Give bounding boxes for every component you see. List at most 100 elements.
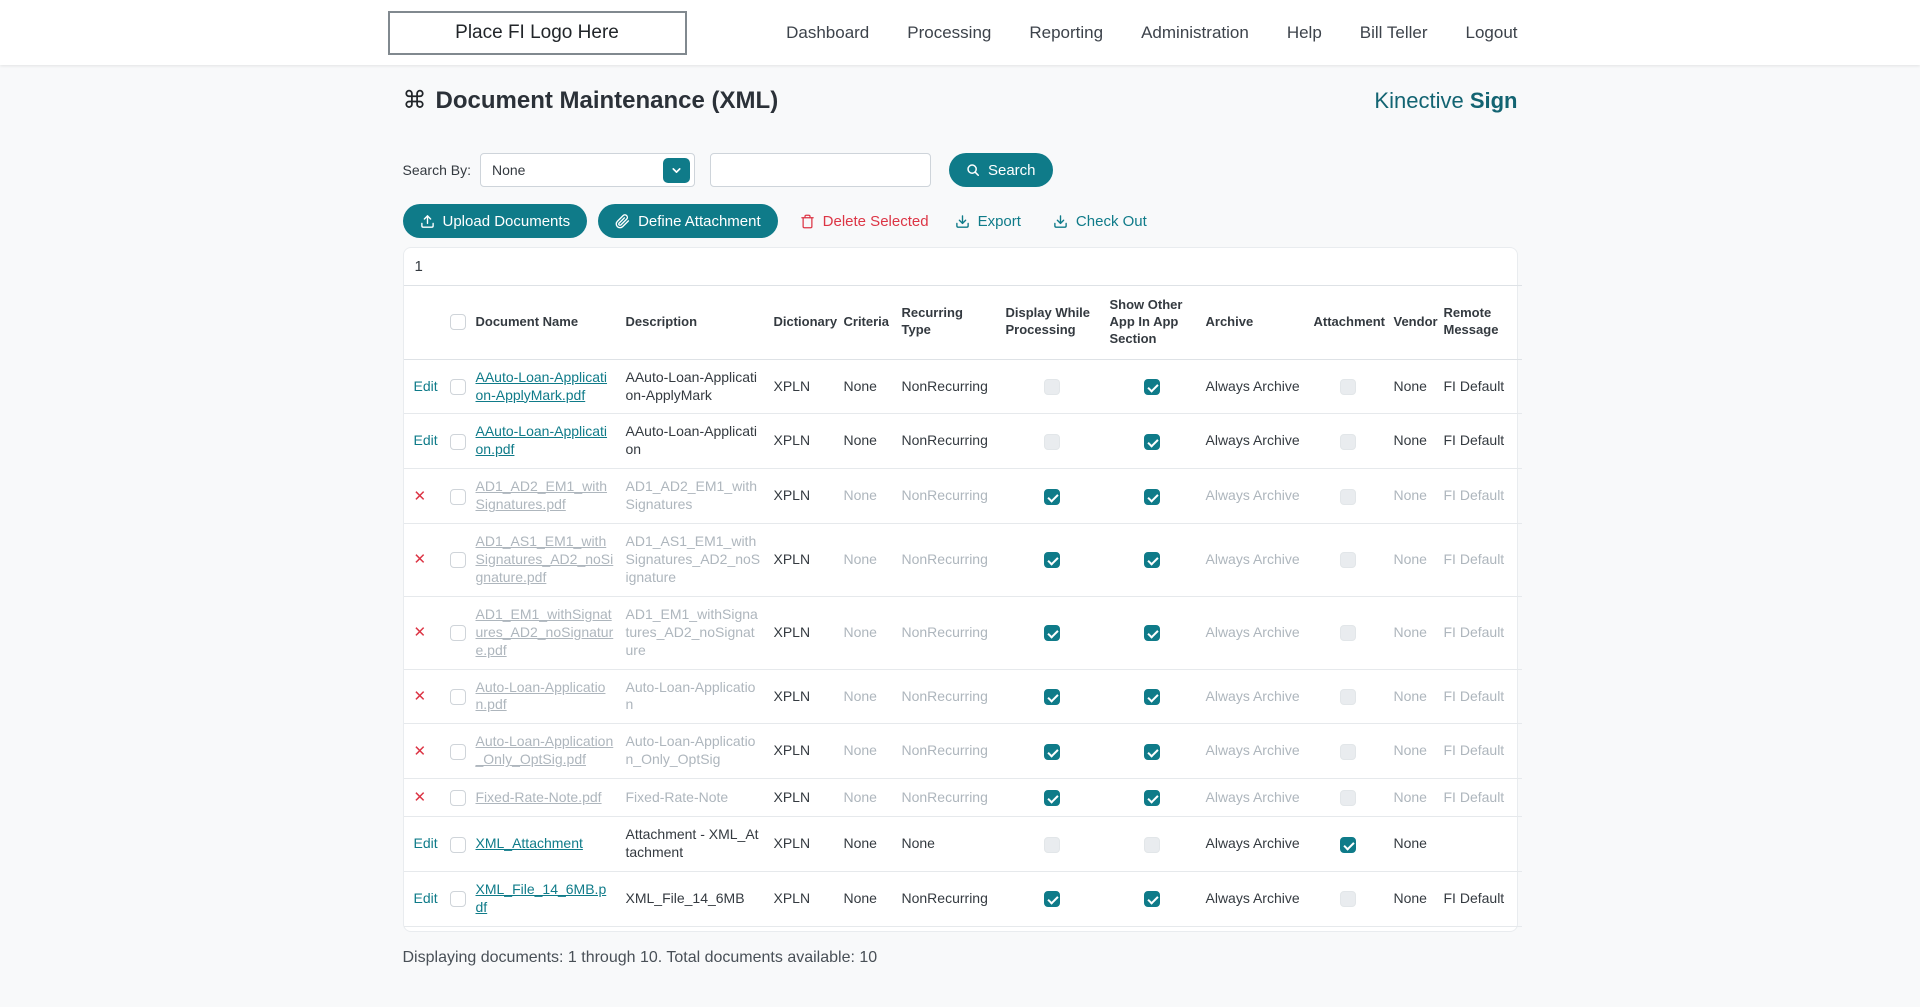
show-other-app-checkbox[interactable] bbox=[1143, 891, 1160, 908]
document-name-link[interactable]: XML_File_14_6MB.pdf bbox=[476, 881, 607, 915]
document-name-cell: AD1_EM1_withSignatures_AD2_noSignature.p… bbox=[469, 596, 620, 670]
display-while-processing-checkbox[interactable] bbox=[1043, 743, 1060, 760]
document-name-link[interactable]: XML_Attachment bbox=[476, 835, 583, 851]
delete-selected-button[interactable]: Delete Selected bbox=[800, 204, 929, 238]
attachment-checkbox[interactable] bbox=[1339, 891, 1356, 908]
attachment-checkbox[interactable] bbox=[1339, 688, 1356, 705]
delete-row-icon[interactable]: ✕ bbox=[414, 688, 427, 705]
edit-link[interactable]: Edit bbox=[414, 378, 438, 394]
show-other-app-checkbox[interactable] bbox=[1143, 378, 1160, 395]
edit-link[interactable]: Edit bbox=[414, 890, 438, 906]
select-all-checkbox[interactable] bbox=[449, 314, 466, 331]
row-checkbox[interactable] bbox=[449, 688, 466, 705]
search-input[interactable] bbox=[709, 153, 931, 187]
display-while-processing-checkbox[interactable] bbox=[1043, 790, 1060, 807]
show-other-app-cell bbox=[1103, 596, 1200, 670]
recurring-type-cell: NonRecurring bbox=[895, 413, 1000, 470]
display-while-processing-checkbox[interactable] bbox=[1043, 378, 1060, 395]
upload-documents-button[interactable]: Upload Documents bbox=[402, 204, 588, 238]
nav-link-help[interactable]: Help bbox=[1287, 23, 1322, 43]
nav-link-reporting[interactable]: Reporting bbox=[1029, 23, 1103, 43]
row-checkbox[interactable] bbox=[449, 433, 466, 450]
row-checkbox[interactable] bbox=[449, 836, 466, 853]
show-other-app-checkbox[interactable] bbox=[1143, 743, 1160, 760]
attachment-checkbox[interactable] bbox=[1339, 743, 1356, 760]
remote-message-cell: FI Default bbox=[1437, 523, 1522, 597]
document-name-link[interactable]: Auto-Loan-Application_Only_OptSig.pdf bbox=[476, 733, 614, 767]
remote-message-cell: FI Default bbox=[1437, 468, 1522, 525]
attachment-checkbox[interactable] bbox=[1339, 625, 1356, 642]
show-other-app-checkbox[interactable] bbox=[1143, 836, 1160, 853]
search-button[interactable]: Search bbox=[948, 153, 1053, 187]
check-out-button[interactable]: Check Out bbox=[1053, 204, 1147, 238]
recurring-type-cell: None bbox=[895, 816, 1000, 873]
description-cell: AAuto-Loan-Application bbox=[619, 413, 768, 470]
display-while-processing-checkbox[interactable] bbox=[1043, 625, 1060, 642]
attachment-cell bbox=[1307, 723, 1388, 780]
document-name-link[interactable]: AAuto-Loan-Application.pdf bbox=[476, 423, 608, 457]
attachment-checkbox[interactable] bbox=[1339, 488, 1356, 505]
show-other-app-checkbox[interactable] bbox=[1143, 790, 1160, 807]
delete-row-icon[interactable]: ✕ bbox=[414, 743, 427, 760]
attachment-checkbox[interactable] bbox=[1339, 552, 1356, 569]
export-button[interactable]: Export bbox=[955, 204, 1021, 238]
table-row: Edit XML_Attachment Attachment - XML_Att… bbox=[403, 816, 1522, 873]
nav-link-dashboard[interactable]: Dashboard bbox=[786, 23, 869, 43]
remote-message-cell: FI Default bbox=[1437, 413, 1522, 470]
header-recurring-type: Recurring Type bbox=[895, 285, 1000, 360]
select-dropdown-button[interactable] bbox=[662, 158, 690, 183]
attachment-checkbox[interactable] bbox=[1339, 790, 1356, 807]
vendor-cell: None bbox=[1387, 723, 1438, 780]
fi-logo-placeholder[interactable]: Place FI Logo Here bbox=[387, 10, 687, 55]
document-name-link[interactable]: AAuto-Loan-Application-ApplyMark.pdf bbox=[476, 369, 608, 403]
row-checkbox[interactable] bbox=[449, 891, 466, 908]
display-while-processing-checkbox[interactable] bbox=[1043, 891, 1060, 908]
document-name-link[interactable]: Fixed-Rate-Note.pdf bbox=[476, 789, 602, 805]
delete-row-icon[interactable]: ✕ bbox=[414, 488, 427, 505]
nav-link-bill-teller[interactable]: Bill Teller bbox=[1360, 23, 1428, 43]
define-attachment-button[interactable]: Define Attachment bbox=[598, 204, 778, 238]
show-other-app-checkbox[interactable] bbox=[1143, 625, 1160, 642]
pagination-page-1[interactable]: 1 bbox=[415, 258, 429, 275]
attachment-cell bbox=[1307, 871, 1388, 927]
row-select-cell bbox=[443, 468, 470, 525]
display-while-processing-checkbox[interactable] bbox=[1043, 433, 1060, 450]
nav-link-logout[interactable]: Logout bbox=[1466, 23, 1518, 43]
delete-row-icon[interactable]: ✕ bbox=[414, 551, 427, 568]
edit-link[interactable]: Edit bbox=[414, 835, 438, 851]
document-name-link[interactable]: Auto-Loan-Application.pdf bbox=[476, 679, 606, 713]
table-row: ✕ AD1_AD2_EM1_withSignatures.pdf AD1_AD2… bbox=[403, 468, 1522, 525]
row-checkbox[interactable] bbox=[449, 378, 466, 395]
row-checkbox[interactable] bbox=[449, 790, 466, 807]
nav-link-processing[interactable]: Processing bbox=[907, 23, 991, 43]
document-name-link[interactable]: AD1_AD2_EM1_withSignatures.pdf bbox=[476, 478, 608, 512]
criteria-cell: None bbox=[837, 413, 896, 470]
row-checkbox[interactable] bbox=[449, 552, 466, 569]
delete-row-icon[interactable]: ✕ bbox=[414, 624, 427, 641]
edit-link[interactable]: Edit bbox=[414, 432, 438, 448]
document-name-link[interactable]: AD1_EM1_withSignatures_AD2_noSignature.p… bbox=[476, 606, 614, 658]
show-other-app-checkbox[interactable] bbox=[1143, 688, 1160, 705]
document-name-link[interactable]: AD1_AS1_EM1_withSignatures_AD2_noSignatu… bbox=[476, 533, 614, 585]
delete-row-icon[interactable]: ✕ bbox=[414, 789, 427, 806]
display-while-processing-cell bbox=[999, 778, 1104, 818]
show-other-app-checkbox[interactable] bbox=[1143, 433, 1160, 450]
row-checkbox[interactable] bbox=[449, 625, 466, 642]
display-while-processing-checkbox[interactable] bbox=[1043, 488, 1060, 505]
show-other-app-cell bbox=[1103, 669, 1200, 725]
row-checkbox[interactable] bbox=[449, 743, 466, 760]
show-other-app-cell bbox=[1103, 723, 1200, 780]
nav-link-administration[interactable]: Administration bbox=[1141, 23, 1249, 43]
attachment-checkbox[interactable] bbox=[1339, 433, 1356, 450]
display-while-processing-checkbox[interactable] bbox=[1043, 552, 1060, 569]
show-other-app-checkbox[interactable] bbox=[1143, 552, 1160, 569]
search-by-select[interactable]: None bbox=[479, 153, 695, 187]
show-other-app-checkbox[interactable] bbox=[1143, 488, 1160, 505]
attachment-checkbox[interactable] bbox=[1339, 836, 1356, 853]
row-checkbox[interactable] bbox=[449, 488, 466, 505]
display-while-processing-checkbox[interactable] bbox=[1043, 836, 1060, 853]
attachment-checkbox[interactable] bbox=[1339, 378, 1356, 395]
table-row: ✕ Auto-Loan-Application_Only_OptSig.pdf … bbox=[403, 723, 1522, 780]
document-name-cell: AAuto-Loan-Application.pdf bbox=[469, 413, 620, 470]
display-while-processing-checkbox[interactable] bbox=[1043, 688, 1060, 705]
